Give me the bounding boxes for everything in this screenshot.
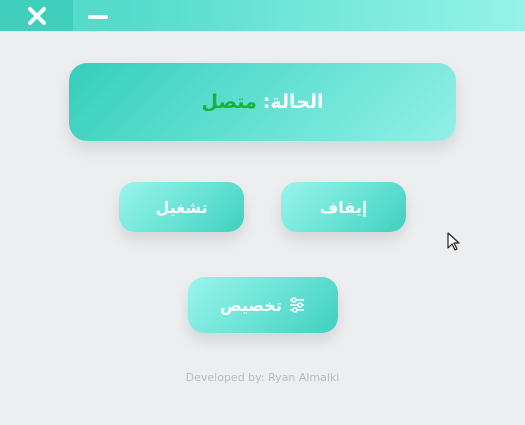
close-button[interactable] xyxy=(0,0,73,31)
title-bar xyxy=(0,0,525,31)
status-label: الحالة: xyxy=(262,91,324,113)
stop-button-label: إيقاف xyxy=(319,197,368,217)
close-icon xyxy=(27,6,47,26)
status-card: الحالة: متصل xyxy=(69,63,456,141)
mouse-cursor-icon xyxy=(447,232,461,256)
stop-button[interactable]: إيقاف xyxy=(281,182,406,232)
run-button-label: تشغيل xyxy=(155,197,208,217)
customize-button-label: تخصيص xyxy=(220,295,282,315)
run-button[interactable]: تشغيل xyxy=(119,182,244,232)
status-value: متصل xyxy=(201,91,257,113)
sliders-icon xyxy=(288,296,306,314)
footer-credit: Developed by: Ryan Almalki xyxy=(185,371,340,384)
app-window: الحالة: متصل تشغيل إيقاف تخصيص Developed… xyxy=(0,0,525,425)
customize-button[interactable]: تخصيص xyxy=(188,277,338,333)
minimize-button[interactable] xyxy=(73,0,123,31)
minimize-icon xyxy=(88,6,108,26)
